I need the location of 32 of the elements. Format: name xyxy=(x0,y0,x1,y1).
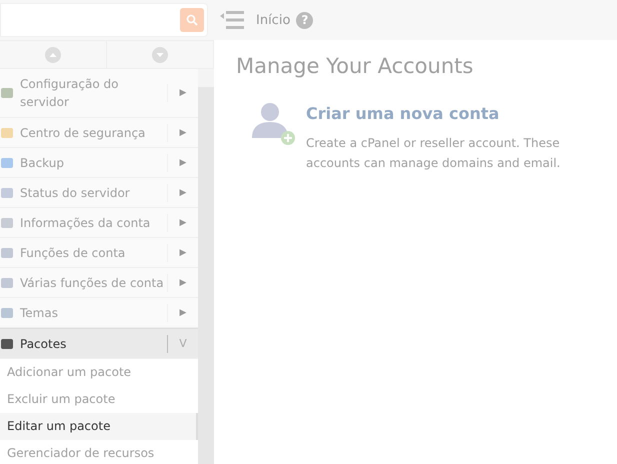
submenu-item[interactable]: Adicionar um pacote xyxy=(0,359,198,386)
add-user-icon xyxy=(250,100,296,146)
down-icon xyxy=(152,46,168,62)
category-icon xyxy=(0,156,14,170)
up-icon xyxy=(45,46,61,62)
sidebar-item[interactable]: Backup ▶ xyxy=(0,148,198,178)
search-button[interactable] xyxy=(180,8,204,32)
submenu-item[interactable]: Excluir um pacote xyxy=(0,386,198,413)
search-field[interactable] xyxy=(0,3,208,37)
category-icon xyxy=(0,126,14,140)
breadcrumb-link[interactable]: Início xyxy=(256,12,290,28)
page-title: Manage Your Accounts xyxy=(236,54,474,78)
sidebar-item[interactable]: Centro de segurança ▶ xyxy=(0,118,198,148)
help-icon[interactable]: ? xyxy=(296,12,314,28)
category-icon xyxy=(0,336,14,350)
submenu-item[interactable]: Editar um pacote xyxy=(0,413,198,440)
category-icon xyxy=(0,186,14,200)
card-description: Create a cPanel or reseller account. These accounts can manage domains and email. xyxy=(306,135,562,172)
create-account-link[interactable]: Criar uma nova conta xyxy=(306,104,576,123)
submenu-item[interactable]: Gerenciador de recursos xyxy=(0,440,198,464)
sidebar-item[interactable]: Pacotes V xyxy=(0,328,198,359)
sidebar-item[interactable]: Várias funções de conta ▶ xyxy=(0,268,198,298)
category-icon xyxy=(0,306,14,320)
menu-icon[interactable] xyxy=(220,11,244,29)
category-icon xyxy=(0,86,14,100)
category-icon xyxy=(0,216,14,230)
search-icon xyxy=(186,14,198,26)
sidebar-item[interactable]: Funções de conta ▶ xyxy=(0,238,198,268)
sidebar-item[interactable]: Informações da conta ▶ xyxy=(0,208,198,238)
sidebar-item[interactable]: Status do servidor ▶ xyxy=(0,178,198,208)
category-icon xyxy=(0,276,14,290)
category-icon xyxy=(0,246,14,260)
